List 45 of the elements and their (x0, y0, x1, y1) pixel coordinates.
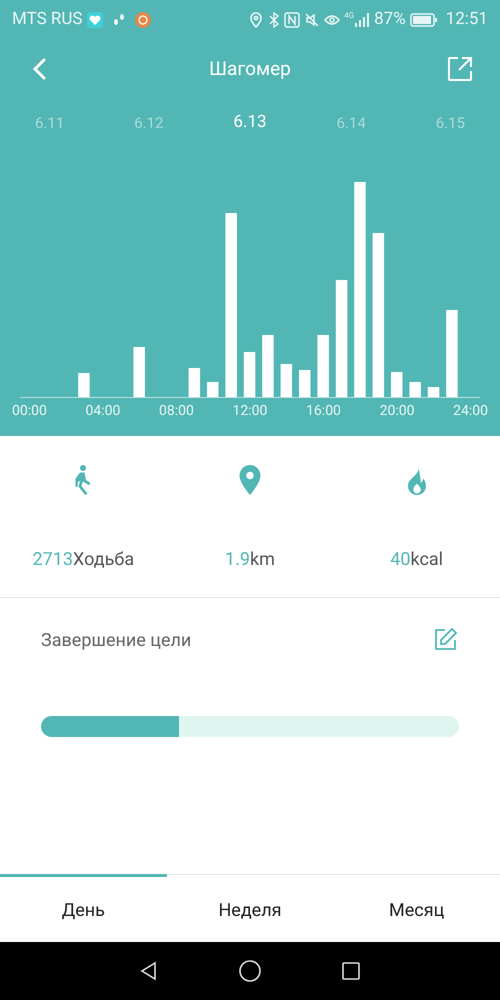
muted-speaker-icon (304, 12, 320, 28)
battery-icon (410, 12, 438, 28)
chart-bar (188, 368, 200, 396)
stat-value: 40kcal (390, 548, 444, 572)
nfc-icon (284, 12, 300, 28)
signal-icon (354, 12, 370, 28)
app-notification-icon (134, 12, 151, 28)
date-tab[interactable]: 6.11 (35, 110, 64, 136)
goal-title: Завершение цели (41, 628, 192, 652)
chart-bar (133, 346, 145, 396)
chart-bar (280, 364, 292, 396)
time-axis-label: 12:00 (232, 402, 268, 420)
chart-bar (244, 352, 256, 396)
recents-nav-icon[interactable] (340, 961, 361, 981)
chart-bar (391, 372, 402, 396)
time-axis-label: 24:00 (453, 402, 488, 420)
chart-bar (207, 382, 218, 396)
home-nav-icon[interactable] (238, 959, 262, 983)
time-axis-label: 20:00 (380, 402, 414, 420)
chart-bar (409, 382, 421, 396)
clock-time: 12:51 (446, 8, 488, 32)
time-axis-label: 00:00 (12, 402, 47, 420)
period-tab[interactable]: Неделя (166, 874, 334, 942)
date-tab[interactable]: 6.13 (233, 110, 267, 136)
chart-bar (78, 372, 90, 396)
chart-bar (317, 334, 329, 396)
period-tab[interactable]: Месяц (333, 874, 500, 942)
battery-percent: 87% (374, 8, 406, 32)
stat-value: 2713Ходьба (32, 548, 134, 572)
date-tab[interactable]: 6.12 (134, 110, 164, 136)
chart-bar (428, 386, 440, 396)
page-title: Шагомер (209, 56, 291, 82)
chart-bar (299, 370, 310, 396)
time-axis-label: 04:00 (86, 402, 120, 420)
carrier-name: MTS RUS (12, 8, 83, 32)
date-tab[interactable]: 6.14 (336, 110, 366, 136)
time-axis-label: 16:00 (306, 402, 341, 420)
stat-value: 1.9km (225, 548, 275, 572)
date-tab[interactable]: 6.15 (436, 110, 465, 136)
time-axis-label: 08:00 (159, 402, 194, 420)
heart-app-icon (86, 12, 103, 28)
chart-bar (262, 334, 274, 396)
network-type: 4G (344, 10, 354, 22)
location-icon (248, 12, 264, 28)
bluetooth-icon (268, 12, 280, 28)
